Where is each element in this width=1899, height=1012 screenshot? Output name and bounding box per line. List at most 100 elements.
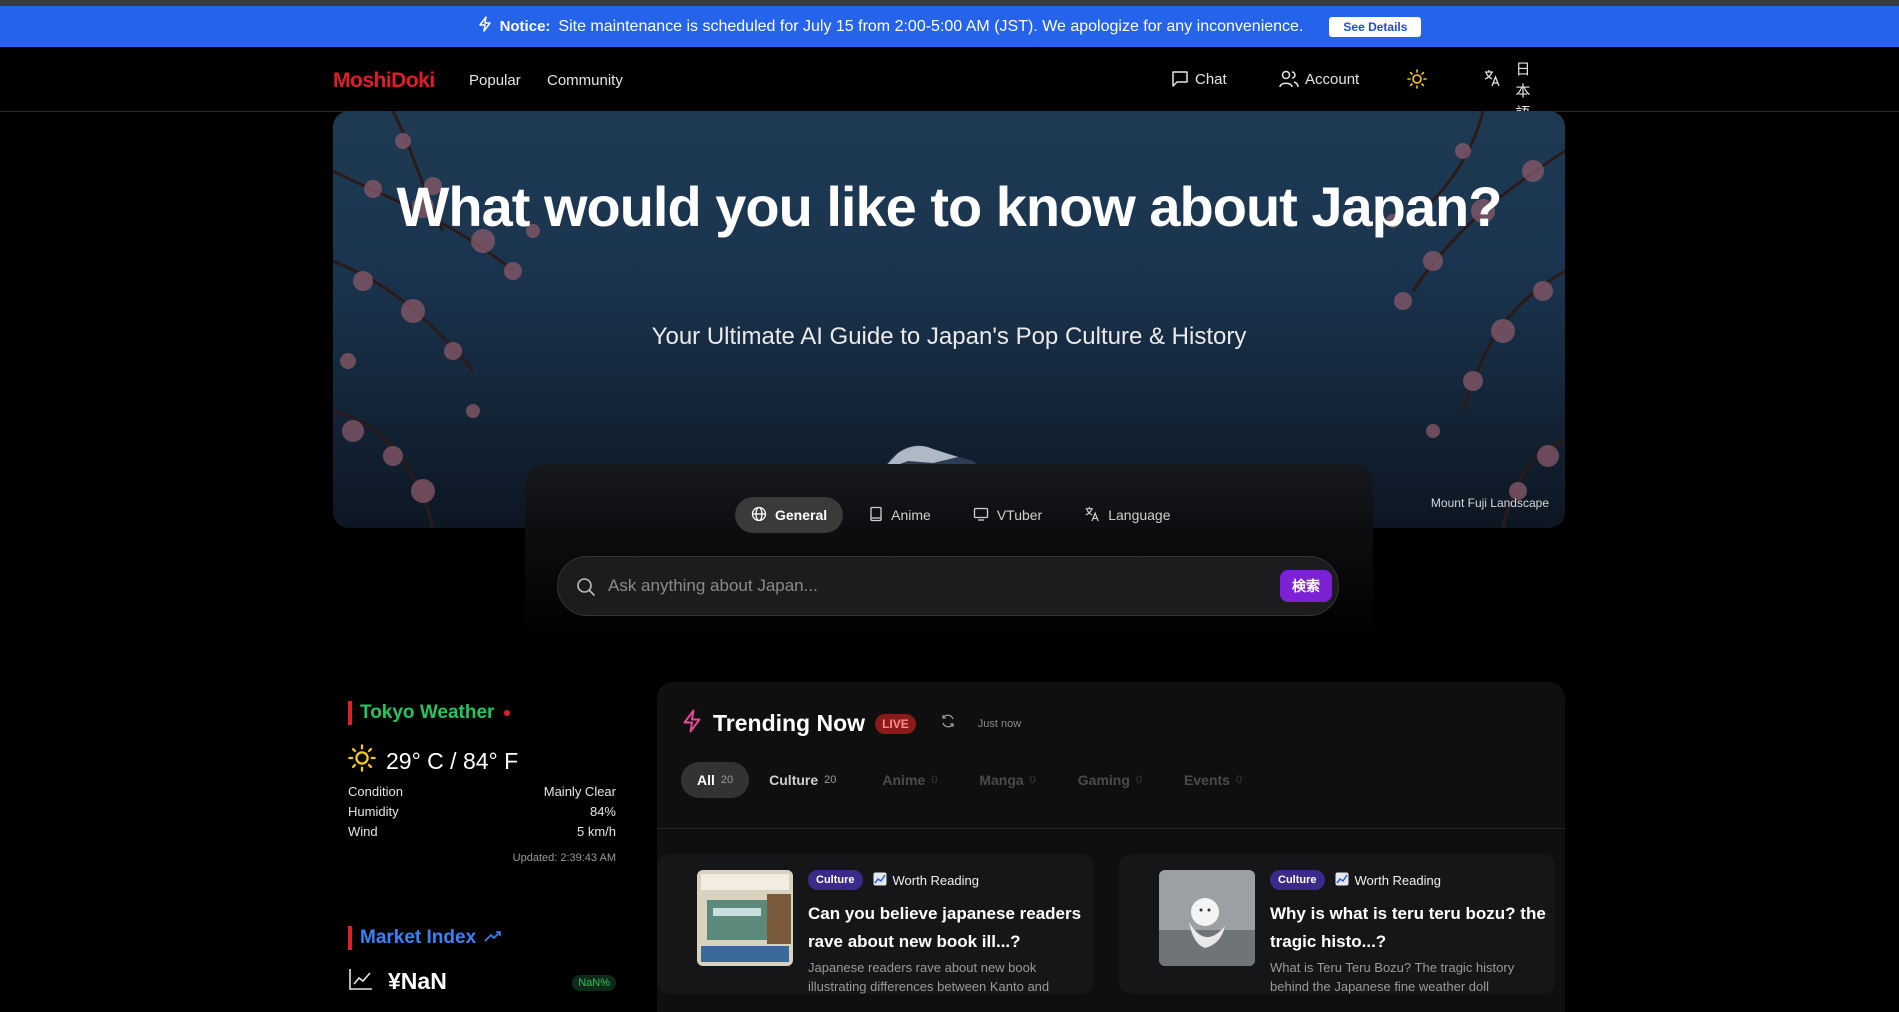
search-button[interactable]: 検索 bbox=[1280, 570, 1332, 602]
sun-icon[interactable] bbox=[1407, 69, 1427, 94]
article-thumbnail bbox=[697, 870, 793, 966]
filter-label: Manga bbox=[979, 772, 1024, 788]
filter-label: Events bbox=[1184, 772, 1230, 788]
trending-card[interactable]: Culture Worth Reading Why is what is ter… bbox=[1119, 854, 1555, 994]
market-value-row: ¥NaN bbox=[348, 967, 447, 996]
refresh-icon[interactable] bbox=[940, 713, 956, 734]
lightning-icon bbox=[681, 709, 703, 738]
category-badge: Culture bbox=[1270, 870, 1325, 890]
weather-row-label: Wind bbox=[348, 824, 378, 839]
notice-label: Notice: bbox=[499, 18, 551, 35]
hero-image-caption: Mount Fuji Landscape bbox=[1430, 496, 1549, 510]
search-category-tabs: General Anime VTuber Language bbox=[735, 497, 1187, 533]
filter-anime[interactable]: Anime 0 bbox=[866, 762, 953, 798]
live-dot-icon bbox=[504, 710, 511, 716]
weather-row-value: 5 km/h bbox=[576, 824, 616, 839]
market-header: Market Index bbox=[348, 925, 616, 951]
trending-up-icon bbox=[484, 929, 502, 948]
filter-events[interactable]: Events 0 bbox=[1168, 762, 1258, 798]
card-tag: Worth Reading bbox=[1335, 872, 1441, 889]
filter-manga[interactable]: Manga 0 bbox=[963, 762, 1051, 798]
filter-count: 20 bbox=[720, 774, 734, 786]
trending-section: Trending Now LIVE Just now All 20 Cultur… bbox=[657, 682, 1565, 1012]
users-icon bbox=[1279, 70, 1299, 88]
nav-link-community[interactable]: Community bbox=[547, 72, 623, 89]
card-tag: Worth Reading bbox=[873, 872, 979, 889]
weather-temperature-row: 29° C / 84° F bbox=[348, 744, 518, 778]
translate-icon bbox=[1084, 506, 1100, 525]
account-button[interactable]: Account bbox=[1279, 70, 1359, 88]
site-logo[interactable]: MoshiDoki bbox=[333, 69, 435, 93]
hero-title: What would you like to know about Japan? bbox=[396, 175, 1503, 238]
search-icon bbox=[576, 577, 596, 602]
filter-count: 0 bbox=[931, 774, 938, 786]
card-description: What is Teru Teru Bozu? The tragic histo… bbox=[1270, 960, 1515, 994]
weather-row-condition: Condition Mainly Clear bbox=[348, 784, 616, 799]
card-title[interactable]: Can you believe japanese readers rave ab… bbox=[808, 900, 1088, 956]
tab-anime[interactable]: Anime bbox=[853, 497, 947, 533]
trending-updated: Just now bbox=[977, 717, 1022, 730]
globe-icon bbox=[751, 506, 767, 525]
tab-language-label: Language bbox=[1108, 507, 1171, 523]
card-description: Japanese readers rave about new book ill… bbox=[808, 960, 1050, 994]
tokyo-weather-widget: Tokyo Weather 29° C / 84° F Condition Ma… bbox=[348, 700, 616, 864]
filter-label: Gaming bbox=[1077, 772, 1130, 788]
market-index-widget: Market Index ¥NaN NaN% bbox=[348, 925, 616, 994]
trending-header: Trending Now LIVE Just now bbox=[681, 709, 1021, 738]
notice-text: Site maintenance is scheduled for July 1… bbox=[558, 17, 1304, 35]
navbar: MoshiDoki Popular Community Chat Account… bbox=[0, 47, 1899, 122]
card-meta: Culture Worth Reading bbox=[808, 870, 979, 890]
section-accent-bar bbox=[348, 926, 352, 950]
live-badge: LIVE bbox=[875, 713, 916, 734]
filter-label: Culture bbox=[769, 772, 819, 788]
weather-updated-time: Updated: 2:39:43 AM bbox=[512, 852, 616, 864]
divider bbox=[657, 828, 1565, 829]
chat-icon bbox=[1171, 70, 1189, 88]
notice-banner: Notice: Site maintenance is scheduled fo… bbox=[0, 6, 1899, 47]
filter-culture[interactable]: Culture 20 bbox=[753, 762, 852, 798]
search-input[interactable] bbox=[606, 575, 1250, 597]
card-tag-label: Worth Reading bbox=[892, 872, 979, 888]
card-tag-label: Worth Reading bbox=[1354, 872, 1441, 888]
monitor-icon bbox=[973, 506, 989, 525]
market-title: Market Index bbox=[360, 927, 477, 948]
hero-subtitle: Your Ultimate AI Guide to Japan's Pop Cu… bbox=[651, 323, 1247, 350]
tab-language[interactable]: Language bbox=[1068, 497, 1186, 533]
see-details-button[interactable]: See Details bbox=[1329, 16, 1422, 37]
category-badge: Culture bbox=[808, 870, 863, 890]
card-title[interactable]: Why is what is teru teru bozu? the tragi… bbox=[1270, 900, 1550, 956]
trending-card[interactable]: Culture Worth Reading Can you believe ja… bbox=[657, 854, 1093, 994]
trending-filter-tabs: All 20 Culture 20 Anime 0 Manga 0 Gaming… bbox=[681, 762, 1258, 798]
filter-gaming[interactable]: Gaming 0 bbox=[1062, 762, 1158, 798]
nav-link-popular[interactable]: Popular bbox=[469, 72, 521, 89]
account-label: Account bbox=[1305, 70, 1360, 88]
weather-row-label: Condition bbox=[348, 784, 403, 799]
tab-vtuber[interactable]: VTuber bbox=[957, 497, 1058, 533]
filter-label: Anime bbox=[882, 772, 926, 788]
filter-count: 0 bbox=[1135, 774, 1143, 786]
filter-all[interactable]: All 20 bbox=[681, 762, 750, 798]
market-change-badge: NaN% bbox=[572, 975, 616, 991]
chart-up-icon bbox=[873, 872, 887, 889]
tab-general-label: General bbox=[775, 507, 828, 523]
filter-count: 0 bbox=[1029, 774, 1036, 786]
tab-vtuber-label: VTuber bbox=[996, 507, 1043, 523]
tab-anime-label: Anime bbox=[891, 507, 931, 523]
weather-header: Tokyo Weather bbox=[348, 700, 616, 726]
weather-row-humidity: Humidity 84% bbox=[348, 804, 616, 819]
filter-label: All bbox=[697, 772, 715, 788]
sun-icon bbox=[348, 744, 376, 778]
section-accent-bar bbox=[348, 701, 352, 725]
chat-label: Chat bbox=[1195, 70, 1227, 88]
market-value: ¥NaN bbox=[388, 968, 447, 994]
book-icon bbox=[869, 506, 883, 525]
weather-row-wind: Wind 5 km/h bbox=[348, 824, 616, 839]
weather-row-label: Humidity bbox=[348, 804, 399, 819]
translate-icon[interactable] bbox=[1483, 69, 1501, 92]
chat-button[interactable]: Chat bbox=[1171, 70, 1227, 88]
article-thumbnail bbox=[1159, 870, 1255, 966]
weather-title: Tokyo Weather bbox=[360, 702, 495, 723]
search-bar: 検索 bbox=[557, 556, 1339, 616]
lightning-icon bbox=[478, 16, 492, 37]
tab-general[interactable]: General bbox=[735, 497, 844, 533]
